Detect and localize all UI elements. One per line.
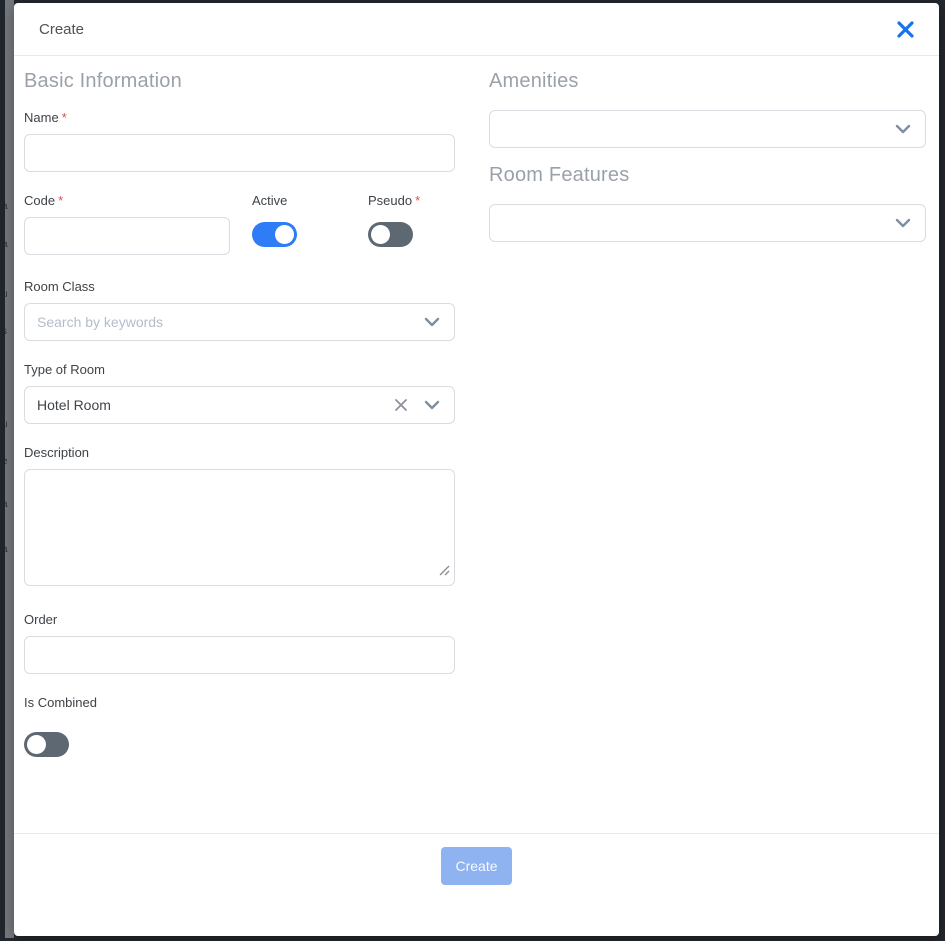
toggle-knob — [27, 735, 46, 754]
pseudo-label: Pseudo* — [368, 193, 484, 208]
amenities-features-column: Amenities Room Features — [489, 56, 926, 833]
section-heading-room-features: Room Features — [489, 164, 926, 187]
resize-handle-icon[interactable] — [439, 563, 450, 581]
description-textarea[interactable] — [24, 469, 455, 586]
chevron-down-icon — [895, 124, 911, 134]
code-active-pseudo-row: Code* Active Pseudo* — [24, 193, 455, 255]
section-heading-amenities: Amenities — [489, 70, 926, 93]
name-required-asterisk: * — [62, 110, 67, 125]
order-input[interactable] — [24, 636, 455, 674]
room-features-select[interactable] — [489, 204, 926, 242]
room-class-field-group: Room Class Search by keywords — [24, 279, 455, 341]
description-label: Description — [24, 445, 455, 460]
chevron-down-icon — [424, 400, 440, 410]
type-of-room-label: Type of Room — [24, 362, 455, 377]
backdrop-page-strip — [5, 0, 14, 938]
active-toggle[interactable] — [252, 222, 297, 247]
active-label: Active — [252, 193, 368, 208]
clear-selection-icon[interactable] — [394, 398, 408, 412]
type-of-room-field-group: Type of Room Hotel Room — [24, 362, 455, 424]
pseudo-toggle[interactable] — [368, 222, 413, 247]
close-icon — [896, 20, 915, 39]
chevron-down-icon — [895, 218, 911, 228]
modal-header: Create — [14, 3, 939, 56]
is-combined-toggle[interactable] — [24, 732, 69, 757]
description-field-group: Description — [24, 445, 455, 586]
code-field-group: Code* — [24, 193, 230, 255]
chevron-down-icon — [424, 317, 440, 327]
toggle-knob — [275, 225, 294, 244]
pseudo-toggle-group: Pseudo* — [368, 193, 484, 255]
modal-title: Create — [39, 21, 84, 38]
room-class-select[interactable]: Search by keywords — [24, 303, 455, 341]
active-toggle-group: Active — [252, 193, 368, 255]
section-heading-basic-information: Basic Information — [24, 70, 455, 93]
order-field-group: Order — [24, 612, 455, 674]
room-class-placeholder: Search by keywords — [37, 314, 163, 330]
name-field-group: Name* — [24, 110, 455, 172]
pseudo-required-asterisk: * — [415, 193, 420, 208]
create-button[interactable]: Create — [441, 847, 511, 885]
room-class-label: Room Class — [24, 279, 455, 294]
code-label: Code* — [24, 193, 230, 208]
code-input[interactable] — [24, 217, 230, 255]
type-of-room-value: Hotel Room — [37, 397, 111, 413]
is-combined-field-group: Is Combined — [24, 695, 455, 757]
order-label: Order — [24, 612, 455, 627]
is-combined-label: Is Combined — [24, 695, 455, 710]
amenities-select[interactable] — [489, 110, 926, 148]
backdrop-dark-edge — [0, 0, 5, 941]
name-label: Name* — [24, 110, 455, 125]
toggle-knob — [371, 225, 390, 244]
modal-footer: Create — [14, 833, 939, 936]
basic-information-column: Basic Information Name* Code* Active — [24, 56, 455, 833]
create-modal: Create Basic Information Name* Code* — [14, 3, 939, 936]
code-required-asterisk: * — [58, 193, 63, 208]
modal-body: Basic Information Name* Code* Active — [14, 56, 939, 833]
type-of-room-select[interactable]: Hotel Room — [24, 386, 455, 424]
name-input[interactable] — [24, 134, 455, 172]
close-button[interactable] — [890, 14, 921, 45]
